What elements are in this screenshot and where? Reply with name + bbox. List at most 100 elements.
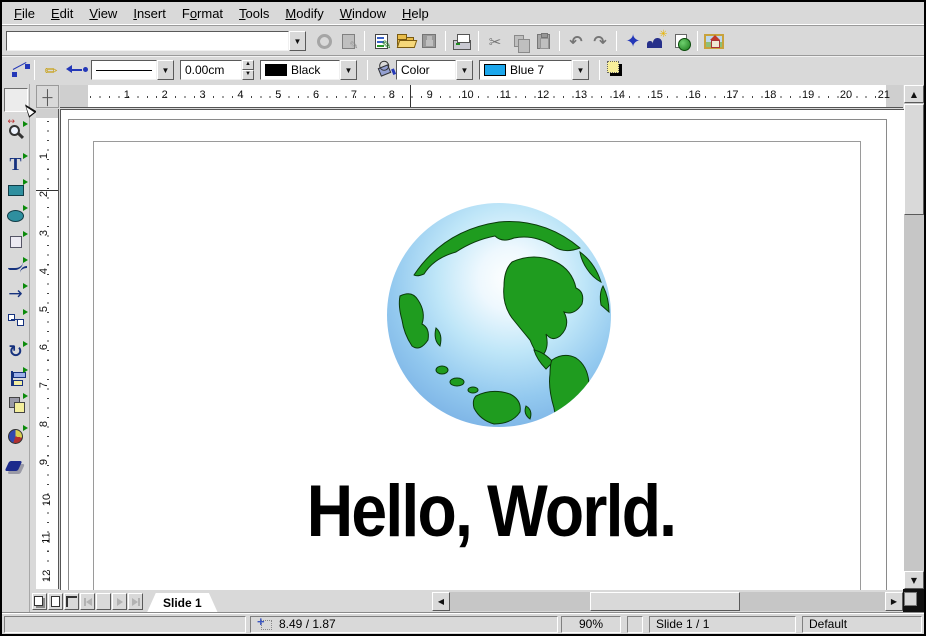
- slide-title-text[interactable]: Hello, World.: [262, 474, 720, 551]
- status-position-panel[interactable]: 8.49 / 1.87: [250, 616, 558, 633]
- slide-nav-buttons: [80, 593, 144, 610]
- status-empty-panel: [4, 616, 246, 633]
- layer-view-button[interactable]: [64, 593, 79, 610]
- scroll-up-button[interactable]: ▲: [904, 85, 924, 103]
- navigator-icon: [625, 31, 640, 52]
- vertical-scrollbar[interactable]: ▲ ▼: [904, 85, 924, 589]
- status-zoom-panel[interactable]: 90%: [561, 616, 621, 633]
- zoom-tool-button[interactable]: [4, 120, 28, 144]
- line-style-select[interactable]: ▼: [91, 60, 174, 80]
- menu-modify[interactable]: Modify: [277, 3, 331, 24]
- area-style-dropdown-button[interactable]: ▼: [456, 60, 473, 80]
- line-arrow-tool-button[interactable]: [4, 282, 28, 306]
- vertical-scrollbar-thumb[interactable]: [904, 104, 924, 215]
- cut-button[interactable]: [483, 29, 507, 53]
- zoom-button[interactable]: [645, 29, 669, 53]
- window-resize-corner[interactable]: [903, 589, 924, 613]
- line-color-select[interactable]: Black ▼: [260, 60, 357, 80]
- master-view-button[interactable]: [48, 593, 63, 610]
- menu-edit[interactable]: Edit: [43, 3, 81, 24]
- hruler-number: 3: [199, 89, 205, 101]
- slide-tab[interactable]: Slide 1: [147, 593, 218, 613]
- resize-grip[interactable]: [904, 592, 917, 606]
- new-document-button[interactable]: [369, 29, 393, 53]
- line-dialog-button[interactable]: [39, 58, 63, 82]
- text-tool-button[interactable]: [4, 152, 28, 176]
- drawing-canvas[interactable]: Hello, World.: [60, 109, 904, 590]
- copy-button[interactable]: [507, 29, 531, 53]
- save-document-icon: [422, 34, 436, 48]
- first-slide-button[interactable]: [80, 593, 95, 610]
- gallery-button[interactable]: [702, 29, 726, 53]
- print-button[interactable]: [450, 29, 474, 53]
- spin-down-button[interactable]: ▼: [242, 70, 254, 80]
- spin-up-button[interactable]: ▲: [242, 60, 254, 70]
- page-style: Default: [809, 617, 847, 631]
- menu-insert[interactable]: Insert: [125, 3, 174, 24]
- menu-help[interactable]: Help: [394, 3, 437, 24]
- scroll-down-button[interactable]: ▼: [904, 571, 924, 589]
- line-width-field[interactable]: 0.00cm ▲▼: [180, 60, 254, 80]
- status-slide-panel[interactable]: Slide 1 / 1: [649, 616, 796, 633]
- ellipse-tool-button[interactable]: [4, 204, 28, 228]
- edit-document-button[interactable]: [336, 29, 360, 53]
- line-color-dropdown-button[interactable]: ▼: [340, 60, 357, 80]
- menu-format[interactable]: Format: [174, 3, 231, 24]
- previous-slide-button[interactable]: [96, 593, 111, 610]
- url-dropdown-button[interactable]: ▼: [289, 31, 306, 51]
- scroll-left-button[interactable]: ◀: [432, 592, 450, 611]
- globe-image[interactable]: [384, 200, 614, 430]
- ruler-origin-corner[interactable]: ┼: [36, 85, 59, 108]
- navigator-button[interactable]: [621, 29, 645, 53]
- status-page-style-panel[interactable]: Default: [802, 616, 922, 633]
- vruler-number: 11: [41, 532, 53, 543]
- fill-color-dropdown-button[interactable]: ▼: [572, 60, 589, 80]
- open-document-button[interactable]: [393, 29, 417, 53]
- curve-tool-button[interactable]: [4, 256, 28, 280]
- shadow-button[interactable]: [604, 58, 628, 82]
- vruler-number: 10: [41, 494, 53, 506]
- pages-view-button[interactable]: [32, 593, 47, 610]
- insert-tool-button[interactable]: [4, 424, 28, 448]
- scroll-right-button[interactable]: ▶: [885, 592, 903, 611]
- save-document-button[interactable]: [417, 29, 441, 53]
- area-dialog-button[interactable]: [372, 58, 396, 82]
- url-combobox[interactable]: ▼: [6, 31, 306, 51]
- undo-button[interactable]: [564, 29, 588, 53]
- horizontal-scrollbar-thumb[interactable]: [590, 592, 740, 611]
- horizontal-ruler[interactable]: 123456789101112131415161718192021: [60, 85, 903, 108]
- menu-file[interactable]: File: [6, 3, 43, 24]
- line-width-spinner[interactable]: ▲▼: [242, 60, 254, 80]
- arrow-style-button[interactable]: [63, 58, 87, 82]
- last-slide-button[interactable]: [128, 593, 143, 610]
- fill-color-select[interactable]: Blue 7 ▼: [479, 60, 589, 80]
- line-style-dropdown-button[interactable]: ▼: [157, 60, 174, 80]
- redo-button[interactable]: [588, 29, 612, 53]
- select-button[interactable]: [4, 88, 28, 112]
- stop-button[interactable]: [312, 29, 336, 53]
- area-style-select[interactable]: Color ▼: [396, 60, 473, 80]
- objects3d-tool-icon: [10, 236, 22, 248]
- line-width-value[interactable]: 0.00cm: [180, 60, 242, 80]
- edit-points-button[interactable]: [6, 58, 30, 82]
- menu-window[interactable]: Window: [332, 3, 394, 24]
- vertical-ruler[interactable]: 123456789101112: [36, 109, 59, 589]
- effects-tool-icon: [5, 461, 23, 471]
- url-input[interactable]: [6, 31, 289, 51]
- connector-tool-button[interactable]: [4, 308, 28, 332]
- paste-button[interactable]: [531, 29, 555, 53]
- object-toolbar: ▼ 0.00cm ▲▼ Black ▼ Color ▼ Blue 7 ▼: [2, 56, 924, 83]
- rotate-tool-button[interactable]: [4, 340, 28, 364]
- next-slide-button[interactable]: [112, 593, 127, 610]
- statusbar: 8.49 / 1.87 90% Slide 1 / 1 Default: [2, 613, 924, 634]
- rectangle-tool-button[interactable]: [4, 178, 28, 202]
- horizontal-scrollbar[interactable]: ◀ ▶: [432, 592, 903, 611]
- arrange-tool-button[interactable]: [4, 392, 28, 416]
- alignment-tool-button[interactable]: [4, 366, 28, 390]
- objects3d-tool-button[interactable]: [4, 230, 28, 254]
- copy-icon: [514, 35, 524, 47]
- menu-view[interactable]: View: [81, 3, 125, 24]
- effects-tool-button[interactable]: [4, 456, 28, 480]
- hyperlink-dialog-button[interactable]: [669, 29, 693, 53]
- menu-tools[interactable]: Tools: [231, 3, 277, 24]
